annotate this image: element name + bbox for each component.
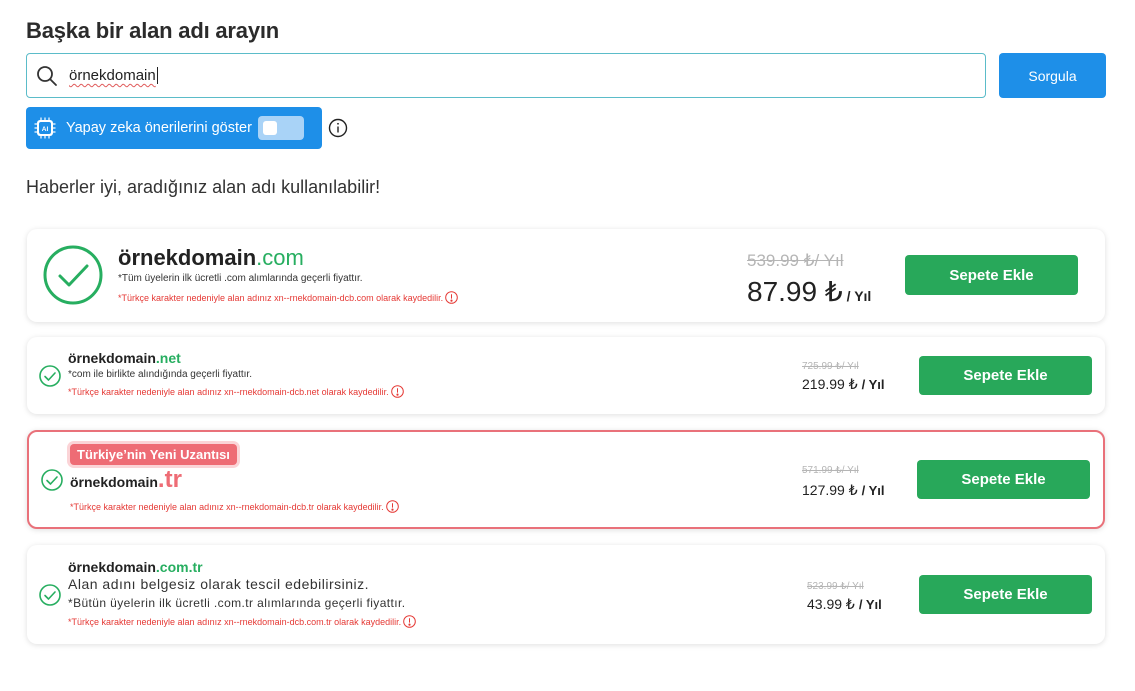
- toggle-knob: [262, 121, 277, 135]
- result-card-com: örnekdomain.com *Tüm üyelerin ilk ücretl…: [27, 229, 1105, 322]
- add-to-cart-button[interactable]: Sepete Ekle: [919, 356, 1092, 395]
- text-caret: [156, 67, 158, 84]
- available-check-icon: [39, 584, 61, 606]
- current-price: 43.99 ₺ / Yıl: [807, 596, 882, 612]
- old-price: 539.99 ₺/ Yıl: [747, 251, 844, 270]
- result-card-net: örnekdomain.net *com ile birlikte alındı…: [27, 337, 1105, 414]
- svg-text:AI: AI: [42, 126, 49, 133]
- available-check-icon: [39, 365, 61, 387]
- ai-suggestions-toggle[interactable]: AI Yapay zeka önerilerini göster: [26, 107, 322, 149]
- punycode-warning: *Türkçe karakter nedeniyle alan adınız x…: [70, 500, 399, 513]
- available-check-icon: [43, 245, 103, 305]
- price-note: *Bütün üyelerin ilk ücretli .com.tr alım…: [68, 596, 406, 610]
- domain-name: örnekdomain.com.tr: [68, 559, 203, 575]
- ai-toggle-label: Yapay zeka önerilerini göster: [66, 120, 252, 136]
- price-note: *Tüm üyelerin ilk ücretli .com alımların…: [118, 273, 363, 284]
- current-price: 219.99 ₺ / Yıl: [802, 376, 885, 392]
- search-button[interactable]: Sorgula: [999, 53, 1106, 98]
- search-input[interactable]: örnekdomain: [26, 53, 986, 98]
- result-card-tr: Türkiye’nin Yeni Uzantısı örnekdomain.tr…: [27, 430, 1105, 529]
- punycode-warning: *Türkçe karakter nedeniyle alan adınız x…: [68, 615, 416, 628]
- info-icon[interactable]: [328, 118, 348, 138]
- price-note: *com ile birlikte alındığında geçerli fi…: [68, 369, 252, 380]
- warning-info-icon[interactable]: [445, 291, 458, 304]
- add-to-cart-button[interactable]: Sepete Ekle: [905, 255, 1078, 295]
- result-card-comtr: örnekdomain.com.tr Alan adını belgesiz o…: [27, 545, 1105, 644]
- registration-note: Alan adını belgesiz olarak tescil edebil…: [68, 576, 370, 592]
- punycode-warning: *Türkçe karakter nedeniyle alan adınız x…: [68, 385, 404, 398]
- add-to-cart-button[interactable]: Sepete Ekle: [917, 460, 1090, 499]
- domain-name: örnekdomain.tr: [70, 466, 182, 493]
- domain-name: örnekdomain.net: [68, 350, 181, 366]
- old-price: 523.99 ₺/ Yıl: [807, 581, 864, 592]
- available-check-icon: [41, 469, 63, 491]
- add-to-cart-button[interactable]: Sepete Ekle: [919, 575, 1092, 614]
- warning-info-icon[interactable]: [390, 385, 404, 398]
- current-price: 87.99 ₺ / Yıl: [747, 276, 872, 307]
- warning-info-icon[interactable]: [385, 500, 399, 513]
- domain-name: örnekdomain.com: [118, 245, 304, 270]
- page-title: Başka bir alan adı arayın: [26, 18, 280, 43]
- current-price: 127.99 ₺ / Yıl: [802, 482, 885, 498]
- search-icon: [37, 65, 57, 86]
- old-price: 725.99 ₺/ Yıl: [802, 361, 859, 372]
- search-value: örnekdomain: [69, 67, 156, 84]
- warning-info-icon[interactable]: [403, 615, 416, 628]
- punycode-warning: *Türkçe karakter nedeniyle alan adınız x…: [118, 291, 458, 304]
- new-extension-badge: Türkiye’nin Yeni Uzantısı: [70, 444, 237, 465]
- toggle-switch[interactable]: [257, 116, 304, 140]
- ai-chip-icon: AI: [34, 117, 56, 139]
- old-price: 571.99 ₺/ Yıl: [802, 465, 859, 476]
- availability-message: Haberler iyi, aradığınız alan adı kullan…: [26, 177, 381, 197]
